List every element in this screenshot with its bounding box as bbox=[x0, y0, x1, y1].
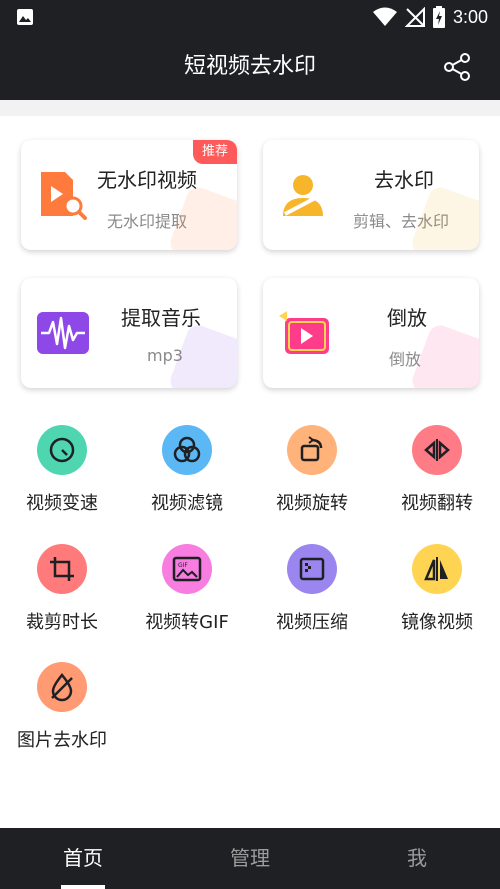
tool-video-flip[interactable]: 视频翻转 bbox=[377, 425, 497, 515]
nav-tab-label: 首页 bbox=[63, 846, 103, 870]
tool-mirror-video[interactable]: 镜像视频 bbox=[377, 544, 497, 634]
nav-tab-manage[interactable]: 管理 bbox=[167, 828, 333, 889]
nav-tab-label: 我 bbox=[407, 846, 427, 870]
tool-video-filter[interactable]: 视频滤镜 bbox=[127, 425, 247, 515]
page-title: 短视频去水印 bbox=[183, 54, 316, 79]
person-erase-icon bbox=[283, 175, 324, 216]
tool-label: 视频压缩 bbox=[276, 612, 348, 633]
tool-label: 视频转GIF bbox=[145, 612, 229, 633]
flip-icon bbox=[412, 425, 462, 475]
reverse-play-card[interactable]: 倒放 倒放 bbox=[263, 278, 479, 388]
rotate-icon bbox=[287, 425, 337, 475]
card-title: 倒放 bbox=[387, 306, 427, 330]
mirror-icon bbox=[412, 544, 462, 594]
battery-charging-icon bbox=[432, 6, 445, 28]
compress-icon bbox=[287, 544, 337, 594]
nav-tab-label: 管理 bbox=[230, 846, 270, 870]
audio-wave-icon bbox=[37, 312, 89, 354]
wifi-icon bbox=[372, 7, 397, 26]
bottom-navigation: 首页 管理 我 bbox=[0, 828, 500, 889]
active-tab-indicator bbox=[61, 885, 105, 889]
svg-text:GIF: GIF bbox=[178, 562, 188, 569]
card-title: 提取音乐 bbox=[121, 306, 201, 330]
tool-video-speed[interactable]: 视频变速 bbox=[2, 425, 122, 515]
extract-music-card[interactable]: 提取音乐 mp3 bbox=[21, 278, 237, 388]
speed-gauge-icon bbox=[37, 425, 87, 475]
tool-video-rotate[interactable]: 视频旋转 bbox=[252, 425, 372, 515]
tool-label: 图片去水印 bbox=[17, 730, 107, 751]
filter-icon bbox=[162, 425, 212, 475]
tool-crop-duration[interactable]: 裁剪时长 bbox=[2, 544, 122, 634]
gif-icon: GIF bbox=[162, 544, 212, 594]
remove-watermark-card[interactable]: 去水印 剪辑、去水印 bbox=[263, 140, 479, 250]
tool-label: 视频旋转 bbox=[276, 493, 348, 514]
tool-video-compress[interactable]: 视频压缩 bbox=[252, 544, 372, 634]
clock-time: 3:00 bbox=[452, 6, 488, 27]
tool-label: 视频滤镜 bbox=[151, 493, 223, 514]
video-search-icon bbox=[41, 172, 87, 220]
app-bar: 短视频去水印 bbox=[0, 34, 500, 100]
tool-image-remove-watermark[interactable]: 图片去水印 bbox=[2, 662, 122, 752]
tool-label: 视频变速 bbox=[26, 493, 98, 514]
share-icon[interactable] bbox=[442, 52, 472, 82]
crop-icon bbox=[37, 544, 87, 594]
tool-label: 镜像视频 bbox=[401, 612, 473, 633]
card-title: 无水印视频 bbox=[97, 168, 197, 192]
tool-video-to-gif[interactable]: GIF 视频转GIF bbox=[127, 544, 247, 634]
image-erase-icon bbox=[37, 662, 87, 712]
status-bar: 3:00 bbox=[0, 0, 500, 34]
tool-label: 视频翻转 bbox=[401, 493, 473, 514]
reverse-play-icon bbox=[279, 311, 329, 354]
card-title: 去水印 bbox=[374, 168, 434, 192]
recommended-badge: 推荐 bbox=[193, 140, 237, 164]
nav-tab-home[interactable]: 首页 bbox=[0, 828, 166, 889]
tool-label: 裁剪时长 bbox=[26, 612, 98, 633]
no-signal-icon bbox=[404, 7, 425, 27]
nav-tab-me[interactable]: 我 bbox=[334, 828, 500, 889]
header-divider bbox=[0, 100, 500, 116]
image-notification-icon bbox=[17, 9, 33, 25]
no-watermark-video-card[interactable]: 推荐 无水印视频 无水印提取 bbox=[21, 140, 237, 250]
